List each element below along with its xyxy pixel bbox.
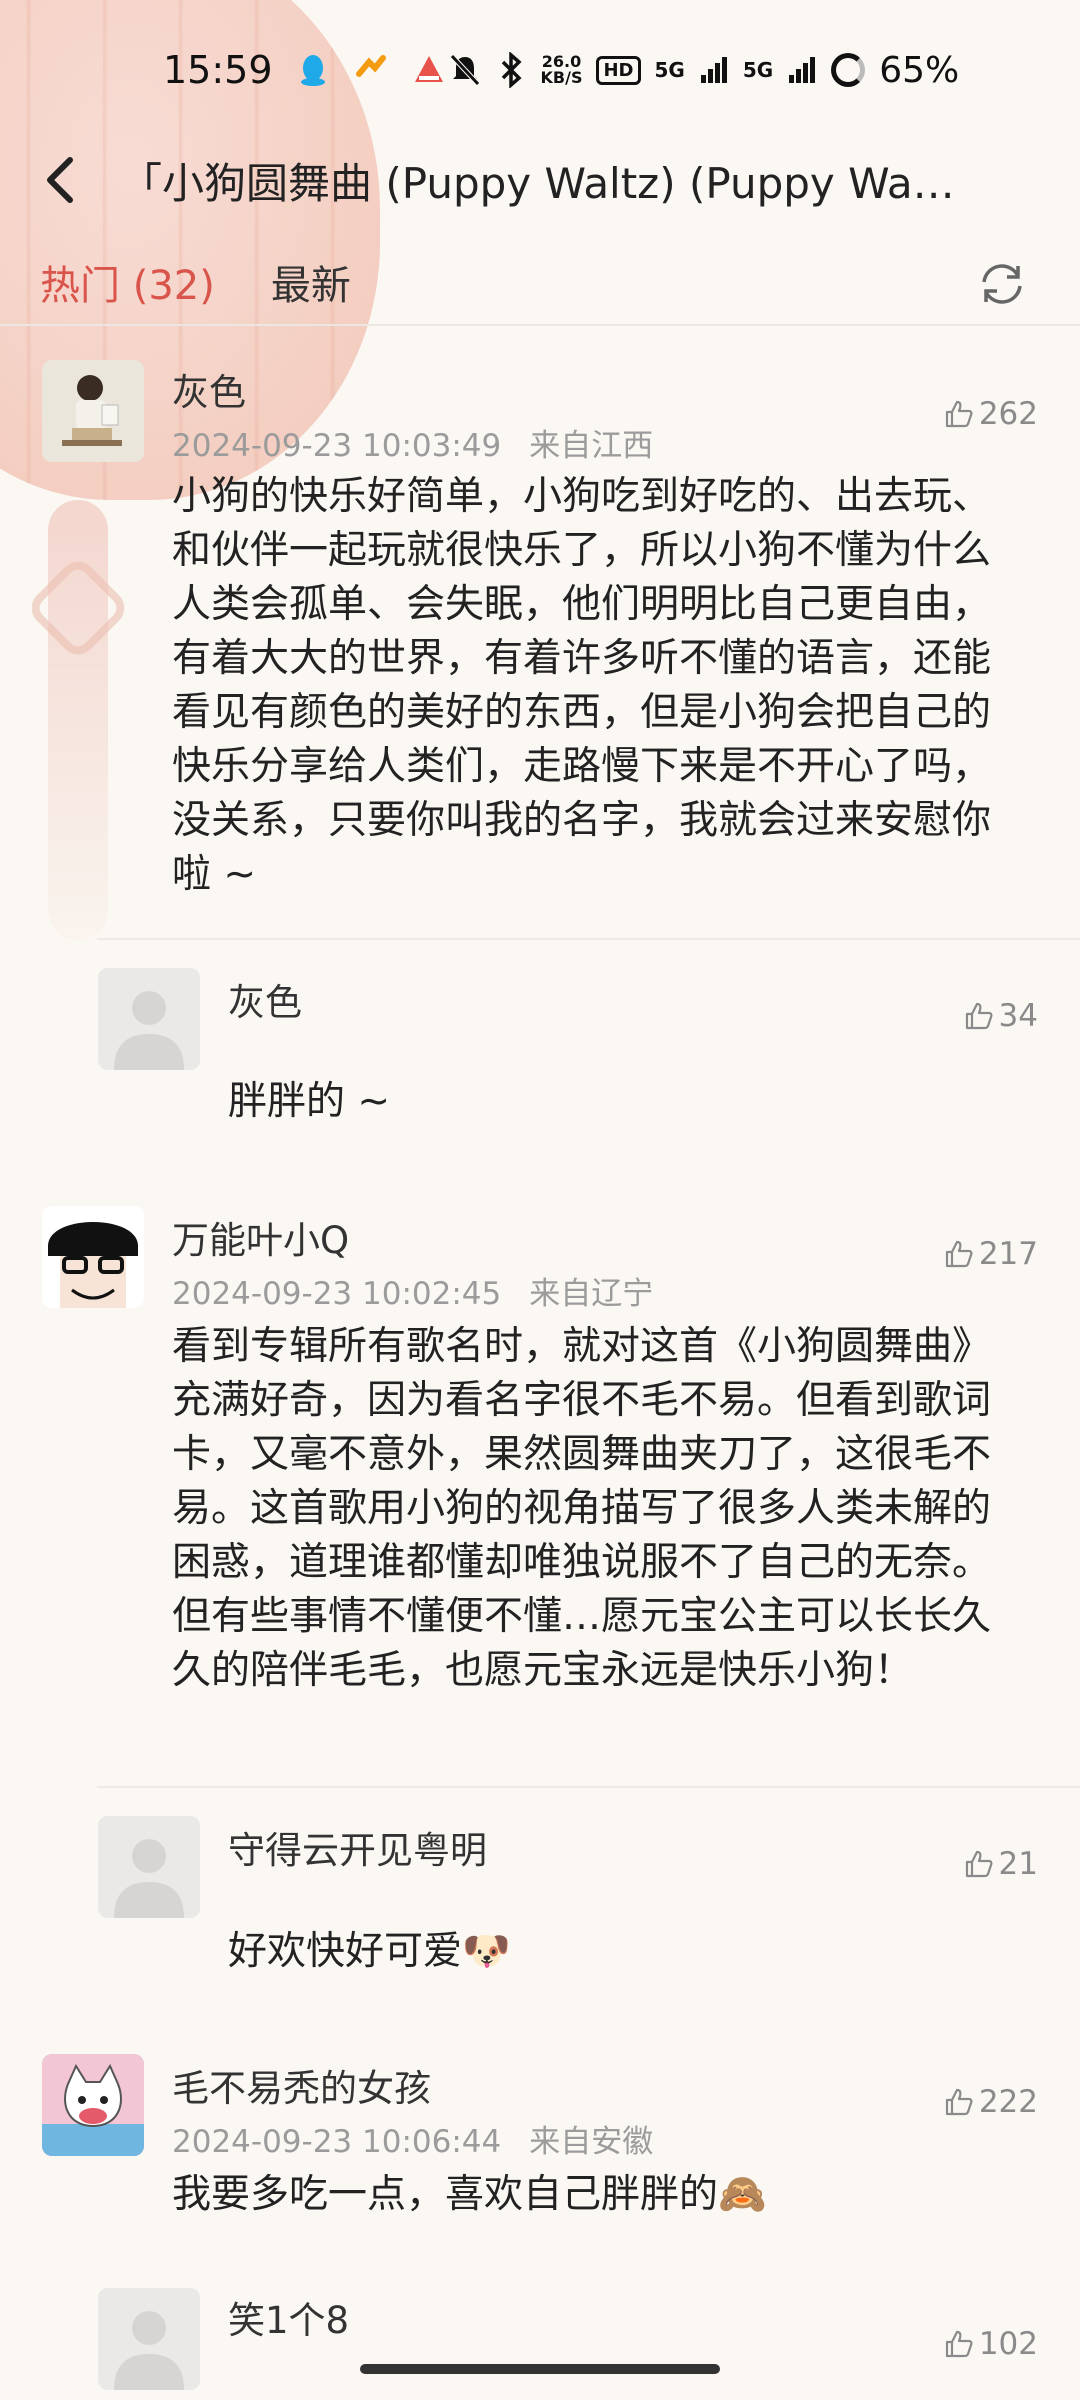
taobao-icon <box>355 55 386 77</box>
comment-meta: 2024-09-23 10:03:49 来自江西 <box>172 420 653 465</box>
comments-page: 15:59 26.0 KB/S HD 5G 5G 65% 「小狗圆舞曲 (Pup… <box>0 0 1080 2400</box>
qq-icon <box>300 55 325 86</box>
status-bar: 15:59 26.0 KB/S HD 5G 5G 65% <box>0 0 1080 140</box>
avatar[interactable] <box>42 1206 144 1308</box>
reply-like-button[interactable]: 102 <box>943 2326 1038 2362</box>
like-count: 222 <box>978 2084 1038 2120</box>
tab-hot[interactable]: 热门 (32) <box>40 253 215 311</box>
default-avatar-icon <box>98 1816 200 1918</box>
comment-username[interactable]: 灰色 <box>172 362 246 416</box>
back-arrow-icon <box>47 157 73 203</box>
reply-avatar[interactable] <box>98 968 200 1070</box>
like-count: 102 <box>978 2326 1038 2362</box>
tab-latest[interactable]: 最新 <box>271 253 351 311</box>
thumbs-up-icon <box>945 2330 973 2358</box>
avatar-cat-icon <box>42 2054 144 2156</box>
thumbs-up-icon <box>965 1850 993 1878</box>
header: 「小狗圆舞曲 (Puppy Waltz) (Puppy Walt… <box>0 130 1080 230</box>
home-indicator[interactable] <box>360 2364 720 2374</box>
like-button[interactable]: 222 <box>943 2084 1038 2120</box>
divider <box>97 938 1080 940</box>
like-button[interactable]: 262 <box>943 396 1038 432</box>
signal-2: 5G <box>742 58 774 82</box>
status-time: 15:59 <box>163 48 273 92</box>
reply-avatar[interactable] <box>98 2288 200 2390</box>
reply-like-button[interactable]: 21 <box>963 1846 1038 1882</box>
comment-username[interactable]: 万能叶小Q <box>172 1210 349 1264</box>
refresh-icon[interactable] <box>976 258 1028 310</box>
reply-avatar[interactable] <box>98 1816 200 1918</box>
comment-content: 小狗的快乐好简单，小狗吃到好吃的、出去玩、和伙伴一起玩就很快乐了，所以小狗不懂为… <box>172 474 992 897</box>
reply-like-button[interactable]: 34 <box>963 998 1038 1034</box>
network-speed: 26.0 KB/S <box>540 52 583 87</box>
music-app-icon <box>414 56 443 82</box>
back-button[interactable] <box>0 130 120 230</box>
comment-meta: 2024-09-23 10:02:45 来自辽宁 <box>172 1268 653 1313</box>
avatar[interactable] <box>42 2054 144 2156</box>
mute-bell-icon <box>449 54 480 86</box>
reply-content: 胖胖的 ~ <box>228 1079 391 1124</box>
avatar-photo-icon <box>42 360 144 462</box>
comment-username[interactable]: 毛不易秃的女孩 <box>172 2058 431 2112</box>
like-button[interactable]: 217 <box>943 1236 1038 1272</box>
comment-location: 来自安徽 <box>529 2124 654 2160</box>
avatar-cartoon-icon <box>42 1206 144 1308</box>
comment-content: 看到专辑所有歌名时，就对这首《小狗圆舞曲》充满好奇，因为看名字很不毛不易。但看到… <box>172 1324 992 1693</box>
like-count: 21 <box>998 1846 1038 1882</box>
reply-username[interactable]: 守得云开见粤明 <box>228 1820 487 1874</box>
default-avatar-icon <box>98 2288 200 2390</box>
battery-ring-icon <box>831 53 866 87</box>
like-count: 217 <box>978 1236 1038 1272</box>
comment-date: 2024-09-23 10:06:44 <box>172 2124 502 2160</box>
thumbs-up-icon <box>945 400 973 428</box>
default-avatar-icon <box>98 968 200 1070</box>
like-count: 262 <box>978 396 1038 432</box>
comment-meta: 2024-09-23 10:06:44 来自安徽 <box>172 2116 653 2161</box>
thumbs-up-icon <box>945 2088 973 2116</box>
reply-content: 好欢快好可爱🐶 <box>228 1929 511 1974</box>
signal-1: 5G <box>654 58 685 82</box>
comment-date: 2024-09-23 10:02:45 <box>172 1276 502 1312</box>
thumbs-up-icon <box>945 1240 973 1268</box>
comment-date: 2024-09-23 10:03:49 <box>172 428 502 464</box>
signal-bars-2-icon <box>789 57 816 83</box>
hd-badge: HD <box>596 55 641 85</box>
comment-location: 来自辽宁 <box>529 1276 654 1312</box>
reply-username[interactable]: 笑1个8 <box>228 2290 349 2344</box>
avatar[interactable] <box>42 360 144 462</box>
signal-bars-icon <box>700 57 727 83</box>
page-title: 「小狗圆舞曲 (Puppy Waltz) (Puppy Walt… <box>120 158 960 208</box>
knot-decoration <box>24 554 132 662</box>
divider <box>97 1786 1080 1788</box>
sort-tabs: 热门 (32) 最新 <box>0 240 1080 326</box>
like-count: 34 <box>998 998 1038 1034</box>
comment-content: 我要多吃一点，喜欢自己胖胖的🙈 <box>172 2172 767 2217</box>
thumbs-up-icon <box>965 1002 993 1030</box>
comment-location: 来自江西 <box>529 428 654 464</box>
battery-percent: 65% <box>879 49 960 91</box>
reply-username[interactable]: 灰色 <box>228 972 302 1026</box>
bluetooth-icon <box>501 52 522 88</box>
